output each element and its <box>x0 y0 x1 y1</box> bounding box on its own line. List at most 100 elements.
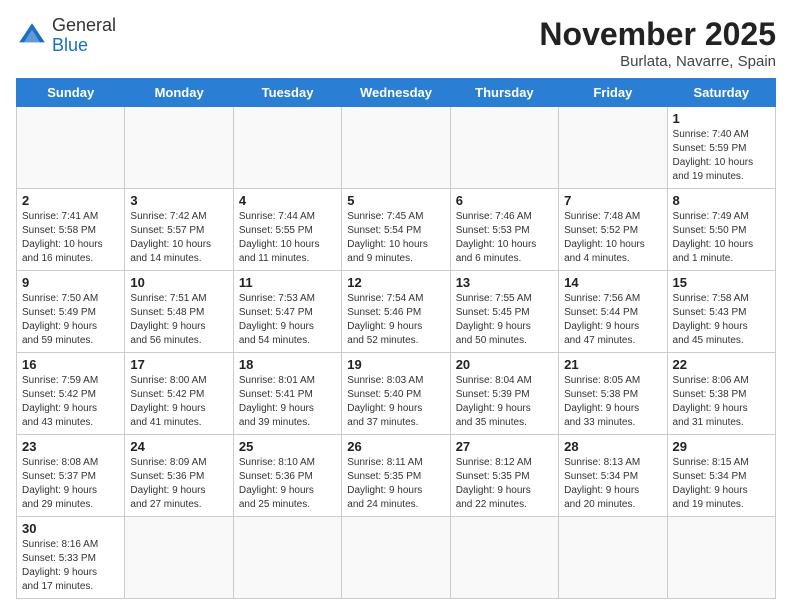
day-info: Sunrise: 8:11 AM Sunset: 5:35 PM Dayligh… <box>347 456 444 512</box>
calendar-cell: 23Sunrise: 8:08 AM Sunset: 5:37 PM Dayli… <box>17 435 125 517</box>
day-number: 6 <box>456 193 553 208</box>
weekday-header-tuesday: Tuesday <box>233 79 341 107</box>
weekday-header-friday: Friday <box>559 79 667 107</box>
day-info: Sunrise: 8:03 AM Sunset: 5:40 PM Dayligh… <box>347 374 444 430</box>
calendar-cell: 25 Sunrise: 8:10 AM Sunset: 5:36 PM Dayli… <box>233 435 341 517</box>
day-number: 17 <box>130 357 227 372</box>
calendar-cell: 29Sunrise: 8:15 AM Sunset: 5:34 PM Dayli… <box>667 435 775 517</box>
day-info: Sunrise: 8:12 AM Sunset: 5:35 PM Dayligh… <box>456 456 553 512</box>
day-number: 25 <box>239 439 336 454</box>
calendar-cell: 9 Sunrise: 7:50 AM Sunset: 5:49 PM Daylig… <box>17 271 125 353</box>
calendar-week-2: 9 Sunrise: 7:50 AM Sunset: 5:49 PM Daylig… <box>17 271 776 353</box>
logo-text: General Blue <box>52 16 116 56</box>
calendar-cell: 10Sunrise: 7:51 AM Sunset: 5:48 PM Dayli… <box>125 271 233 353</box>
day-info: Sunrise: 7:50 AM Sunset: 5:49 PM Dayligh… <box>22 292 119 348</box>
day-info: Sunrise: 7:58 AM Sunset: 5:43 PM Dayligh… <box>673 292 770 348</box>
calendar-cell: 27 Sunrise: 8:12 AM Sunset: 5:35 PM Dayli… <box>450 435 558 517</box>
day-number: 26 <box>347 439 444 454</box>
calendar-week-1: 2 Sunrise: 7:41 AM Sunset: 5:58 PM Daylig… <box>17 189 776 271</box>
calendar-cell: 15 Sunrise: 7:58 AM Sunset: 5:43 PM Dayli… <box>667 271 775 353</box>
calendar-cell: 20 Sunrise: 8:04 AM Sunset: 5:39 PM Dayli… <box>450 353 558 435</box>
calendar-cell <box>559 517 667 599</box>
day-number: 18 <box>239 357 336 372</box>
day-number: 16 <box>22 357 119 372</box>
logo: General Blue <box>16 16 116 56</box>
day-info: Sunrise: 8:05 AM Sunset: 5:38 PM Dayligh… <box>564 374 661 430</box>
title-block: November 2025 Burlata, Navarre, Spain <box>539 16 776 70</box>
calendar-cell <box>559 107 667 189</box>
calendar-cell: 14Sunrise: 7:56 AM Sunset: 5:44 PM Dayli… <box>559 271 667 353</box>
weekday-header-wednesday: Wednesday <box>342 79 450 107</box>
day-info: Sunrise: 7:59 AM Sunset: 5:42 PM Dayligh… <box>22 374 119 430</box>
calendar-cell: 28 Sunrise: 8:13 AM Sunset: 5:34 PM Dayli… <box>559 435 667 517</box>
calendar-cell <box>342 107 450 189</box>
day-number: 15 <box>673 275 770 290</box>
calendar-cell: 12 Sunrise: 7:54 AM Sunset: 5:46 PM Dayli… <box>342 271 450 353</box>
day-info: Sunrise: 8:10 AM Sunset: 5:36 PM Dayligh… <box>239 456 336 512</box>
month-title: November 2025 <box>539 16 776 53</box>
day-info: Sunrise: 8:01 AM Sunset: 5:41 PM Dayligh… <box>239 374 336 430</box>
day-number: 27 <box>456 439 553 454</box>
weekday-header-monday: Monday <box>125 79 233 107</box>
logo-general: General <box>52 15 116 35</box>
day-info: Sunrise: 7:48 AM Sunset: 5:52 PM Dayligh… <box>564 210 661 266</box>
day-number: 11 <box>239 275 336 290</box>
day-number: 2 <box>22 193 119 208</box>
day-info: Sunrise: 8:09 AM Sunset: 5:36 PM Dayligh… <box>130 456 227 512</box>
day-info: Sunrise: 7:54 AM Sunset: 5:46 PM Dayligh… <box>347 292 444 348</box>
day-number: 21 <box>564 357 661 372</box>
day-number: 1 <box>673 111 770 126</box>
calendar-body: 1Sunrise: 7:40 AM Sunset: 5:59 PM Daylig… <box>17 107 776 599</box>
calendar-cell: 17Sunrise: 8:00 AM Sunset: 5:42 PM Dayli… <box>125 353 233 435</box>
day-number: 19 <box>347 357 444 372</box>
calendar-cell: 22Sunrise: 8:06 AM Sunset: 5:38 PM Dayli… <box>667 353 775 435</box>
day-number: 5 <box>347 193 444 208</box>
day-number: 9 <box>22 275 119 290</box>
calendar-cell <box>233 517 341 599</box>
day-number: 20 <box>456 357 553 372</box>
location: Burlata, Navarre, Spain <box>539 53 776 70</box>
calendar-cell: 24Sunrise: 8:09 AM Sunset: 5:36 PM Dayli… <box>125 435 233 517</box>
calendar-header: SundayMondayTuesdayWednesdayThursdayFrid… <box>17 79 776 107</box>
calendar-cell: 11 Sunrise: 7:53 AM Sunset: 5:47 PM Dayli… <box>233 271 341 353</box>
day-number: 28 <box>564 439 661 454</box>
weekday-row: SundayMondayTuesdayWednesdayThursdayFrid… <box>17 79 776 107</box>
calendar-cell: 18 Sunrise: 8:01 AM Sunset: 5:41 PM Dayli… <box>233 353 341 435</box>
day-info: Sunrise: 8:04 AM Sunset: 5:39 PM Dayligh… <box>456 374 553 430</box>
day-number: 23 <box>22 439 119 454</box>
calendar: SundayMondayTuesdayWednesdayThursdayFrid… <box>16 78 776 599</box>
calendar-cell <box>125 517 233 599</box>
page-header: General Blue November 2025 Burlata, Nava… <box>16 16 776 70</box>
calendar-cell <box>667 517 775 599</box>
day-number: 22 <box>673 357 770 372</box>
calendar-cell: 3Sunrise: 7:42 AM Sunset: 5:57 PM Daylig… <box>125 189 233 271</box>
calendar-cell: 30Sunrise: 8:16 AM Sunset: 5:33 PM Dayli… <box>17 517 125 599</box>
calendar-cell: 6Sunrise: 7:46 AM Sunset: 5:53 PM Daylig… <box>450 189 558 271</box>
day-number: 3 <box>130 193 227 208</box>
day-info: Sunrise: 7:45 AM Sunset: 5:54 PM Dayligh… <box>347 210 444 266</box>
day-number: 7 <box>564 193 661 208</box>
calendar-cell: 26 Sunrise: 8:11 AM Sunset: 5:35 PM Dayli… <box>342 435 450 517</box>
calendar-cell: 7 Sunrise: 7:48 AM Sunset: 5:52 PM Daylig… <box>559 189 667 271</box>
day-number: 12 <box>347 275 444 290</box>
calendar-cell <box>125 107 233 189</box>
day-info: Sunrise: 7:55 AM Sunset: 5:45 PM Dayligh… <box>456 292 553 348</box>
calendar-cell <box>450 107 558 189</box>
day-info: Sunrise: 8:16 AM Sunset: 5:33 PM Dayligh… <box>22 538 119 594</box>
weekday-header-saturday: Saturday <box>667 79 775 107</box>
day-number: 4 <box>239 193 336 208</box>
day-info: Sunrise: 7:41 AM Sunset: 5:58 PM Dayligh… <box>22 210 119 266</box>
calendar-cell: 21 Sunrise: 8:05 AM Sunset: 5:38 PM Dayli… <box>559 353 667 435</box>
day-info: Sunrise: 7:53 AM Sunset: 5:47 PM Dayligh… <box>239 292 336 348</box>
logo-icon <box>16 20 48 52</box>
calendar-week-5: 30Sunrise: 8:16 AM Sunset: 5:33 PM Dayli… <box>17 517 776 599</box>
day-number: 14 <box>564 275 661 290</box>
calendar-cell: 16 Sunrise: 7:59 AM Sunset: 5:42 PM Dayli… <box>17 353 125 435</box>
day-number: 13 <box>456 275 553 290</box>
calendar-cell: 19 Sunrise: 8:03 AM Sunset: 5:40 PM Dayli… <box>342 353 450 435</box>
weekday-header-sunday: Sunday <box>17 79 125 107</box>
day-info: Sunrise: 8:13 AM Sunset: 5:34 PM Dayligh… <box>564 456 661 512</box>
day-info: Sunrise: 8:15 AM Sunset: 5:34 PM Dayligh… <box>673 456 770 512</box>
calendar-cell: 5 Sunrise: 7:45 AM Sunset: 5:54 PM Daylig… <box>342 189 450 271</box>
calendar-cell: 2 Sunrise: 7:41 AM Sunset: 5:58 PM Daylig… <box>17 189 125 271</box>
